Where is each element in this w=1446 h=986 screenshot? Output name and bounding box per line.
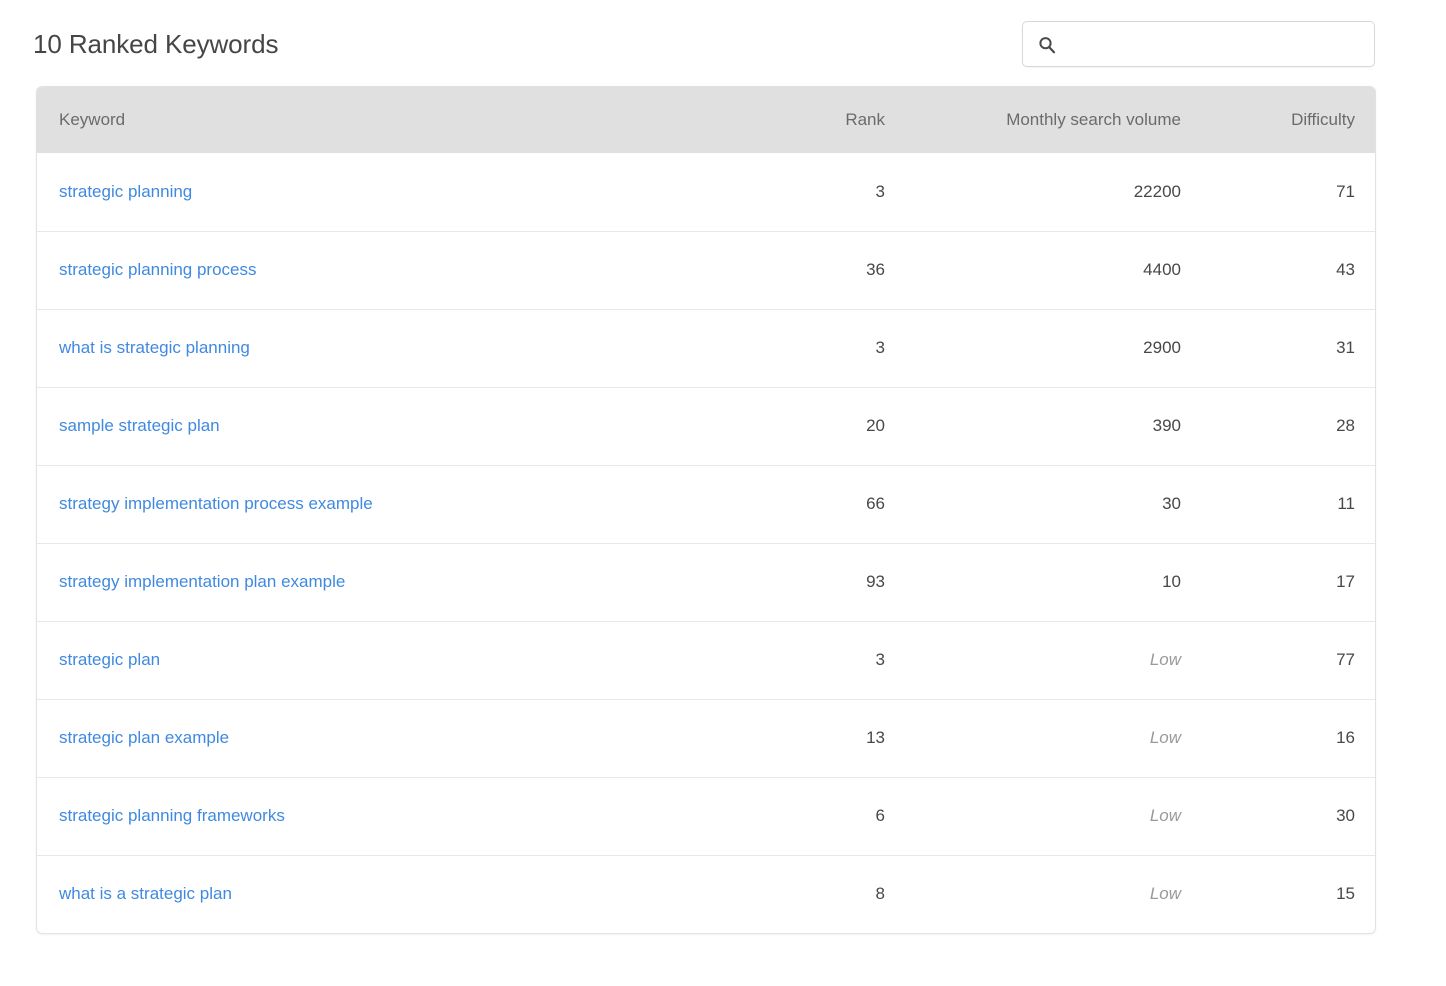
column-header-difficulty[interactable]: Difficulty	[1203, 87, 1375, 153]
table-row: what is strategic planning 3 2900 31	[37, 308, 1375, 387]
table-row: strategic plan example 13 Low 16	[37, 698, 1375, 777]
column-header-volume[interactable]: Monthly search volume	[907, 87, 1203, 153]
table-header: Keyword Rank Monthly search volume Diffi…	[37, 87, 1375, 153]
table-row: strategic plan 3 Low 77	[37, 620, 1375, 699]
cell-difficulty: 43	[1203, 230, 1375, 309]
cell-rank: 8	[695, 854, 907, 933]
keywords-table-card: Keyword Rank Monthly search volume Diffi…	[36, 86, 1376, 934]
table-row: strategy implementation plan example 93 10…	[37, 542, 1375, 621]
keyword-link[interactable]: strategic plan	[59, 650, 160, 669]
cell-volume: 30	[907, 464, 1203, 543]
table-body: strategic planning 3 22200 71 strategic plan…	[37, 153, 1375, 933]
cell-volume: 10	[907, 542, 1203, 621]
cell-keyword: strategy implementation process example	[37, 464, 695, 543]
cell-rank: 20	[695, 386, 907, 465]
cell-keyword: strategy implementation plan example	[37, 542, 695, 621]
table-row: what is a strategic plan 8 Low 15	[37, 854, 1375, 933]
cell-keyword: strategic plan	[37, 620, 695, 699]
page-header: 10 Ranked Keywords	[0, 0, 1446, 84]
cell-difficulty: 28	[1203, 386, 1375, 465]
cell-volume: 2900	[907, 308, 1203, 387]
keyword-link[interactable]: what is a strategic plan	[59, 884, 232, 903]
cell-volume: 390	[907, 386, 1203, 465]
keywords-report-page: 10 Ranked Keywords Keyword Rank Monthly …	[0, 0, 1446, 986]
keyword-link[interactable]: strategic planning	[59, 182, 192, 201]
cell-volume: Low	[907, 776, 1203, 855]
keyword-link[interactable]: strategy implementation process example	[59, 494, 373, 513]
cell-volume: 22200	[1133, 181, 1181, 201]
cell-difficulty: 16	[1203, 698, 1375, 777]
cell-keyword: what is strategic planning	[37, 308, 695, 387]
cell-rank: 6	[695, 776, 907, 855]
volume-low-label: Low	[1149, 728, 1181, 747]
cell-volume: Low	[907, 698, 1203, 777]
cell-volume: Low	[907, 854, 1203, 933]
keyword-link[interactable]: strategic planning frameworks	[59, 806, 285, 825]
cell-difficulty: 15	[1203, 854, 1375, 933]
cell-keyword: strategic planning frameworks	[37, 776, 695, 855]
cell-difficulty: 30	[1203, 776, 1375, 855]
column-header-rank[interactable]: Rank	[695, 87, 907, 153]
table-header-row: Keyword Rank Monthly search volume Diffi…	[37, 87, 1375, 153]
search-box[interactable]	[1022, 21, 1375, 67]
table-row: strategic planning frameworks 6 Low 30	[37, 776, 1375, 855]
search-icon	[1038, 36, 1056, 54]
keyword-link[interactable]: strategic planning process	[59, 260, 257, 279]
volume-low-label: Low	[1149, 806, 1181, 825]
cell-difficulty: 11	[1203, 464, 1375, 543]
search-input[interactable]	[1065, 23, 1365, 65]
table-row: strategic planning 3 22200 71	[37, 153, 1375, 231]
cell-difficulty: 17	[1203, 542, 1375, 621]
cell-keyword: what is a strategic plan	[37, 854, 695, 933]
cell-rank: 93	[695, 542, 907, 621]
cell-volume: 4400	[907, 230, 1203, 309]
volume-low-label: Low	[1149, 884, 1181, 904]
keyword-link[interactable]: strategic plan example	[59, 728, 229, 747]
cell-rank: 13	[695, 698, 907, 777]
keyword-link[interactable]: sample strategic plan	[59, 416, 220, 435]
cell-rank: 3	[695, 308, 907, 387]
volume-low-label: Low	[1149, 650, 1181, 669]
cell-keyword: sample strategic plan	[37, 386, 695, 465]
page-title: 10 Ranked Keywords	[33, 29, 279, 59]
keywords-table: Keyword Rank Monthly search volume Diffi…	[37, 87, 1375, 933]
cell-difficulty: 71	[1336, 181, 1355, 201]
table-row: strategic planning process 36 4400 43	[37, 230, 1375, 309]
cell-volume: Low	[907, 620, 1203, 699]
cell-keyword: strategic plan example	[37, 698, 695, 777]
keyword-link[interactable]: what is strategic planning	[59, 338, 250, 357]
cell-difficulty: 31	[1203, 308, 1375, 387]
keyword-link[interactable]: strategy implementation plan example	[59, 572, 345, 591]
cell-difficulty: 77	[1203, 620, 1375, 699]
cell-rank: 3	[695, 620, 907, 699]
table-row: sample strategic plan 20 390 28	[37, 386, 1375, 465]
cell-keyword: strategic planning	[37, 153, 695, 231]
table-row: strategy implementation process example 6…	[37, 464, 1375, 543]
cell-keyword: strategic planning process	[37, 230, 695, 309]
cell-rank: 3	[875, 181, 885, 201]
column-header-keyword[interactable]: Keyword	[37, 87, 695, 153]
cell-rank: 66	[695, 464, 907, 543]
cell-rank: 36	[695, 230, 907, 309]
